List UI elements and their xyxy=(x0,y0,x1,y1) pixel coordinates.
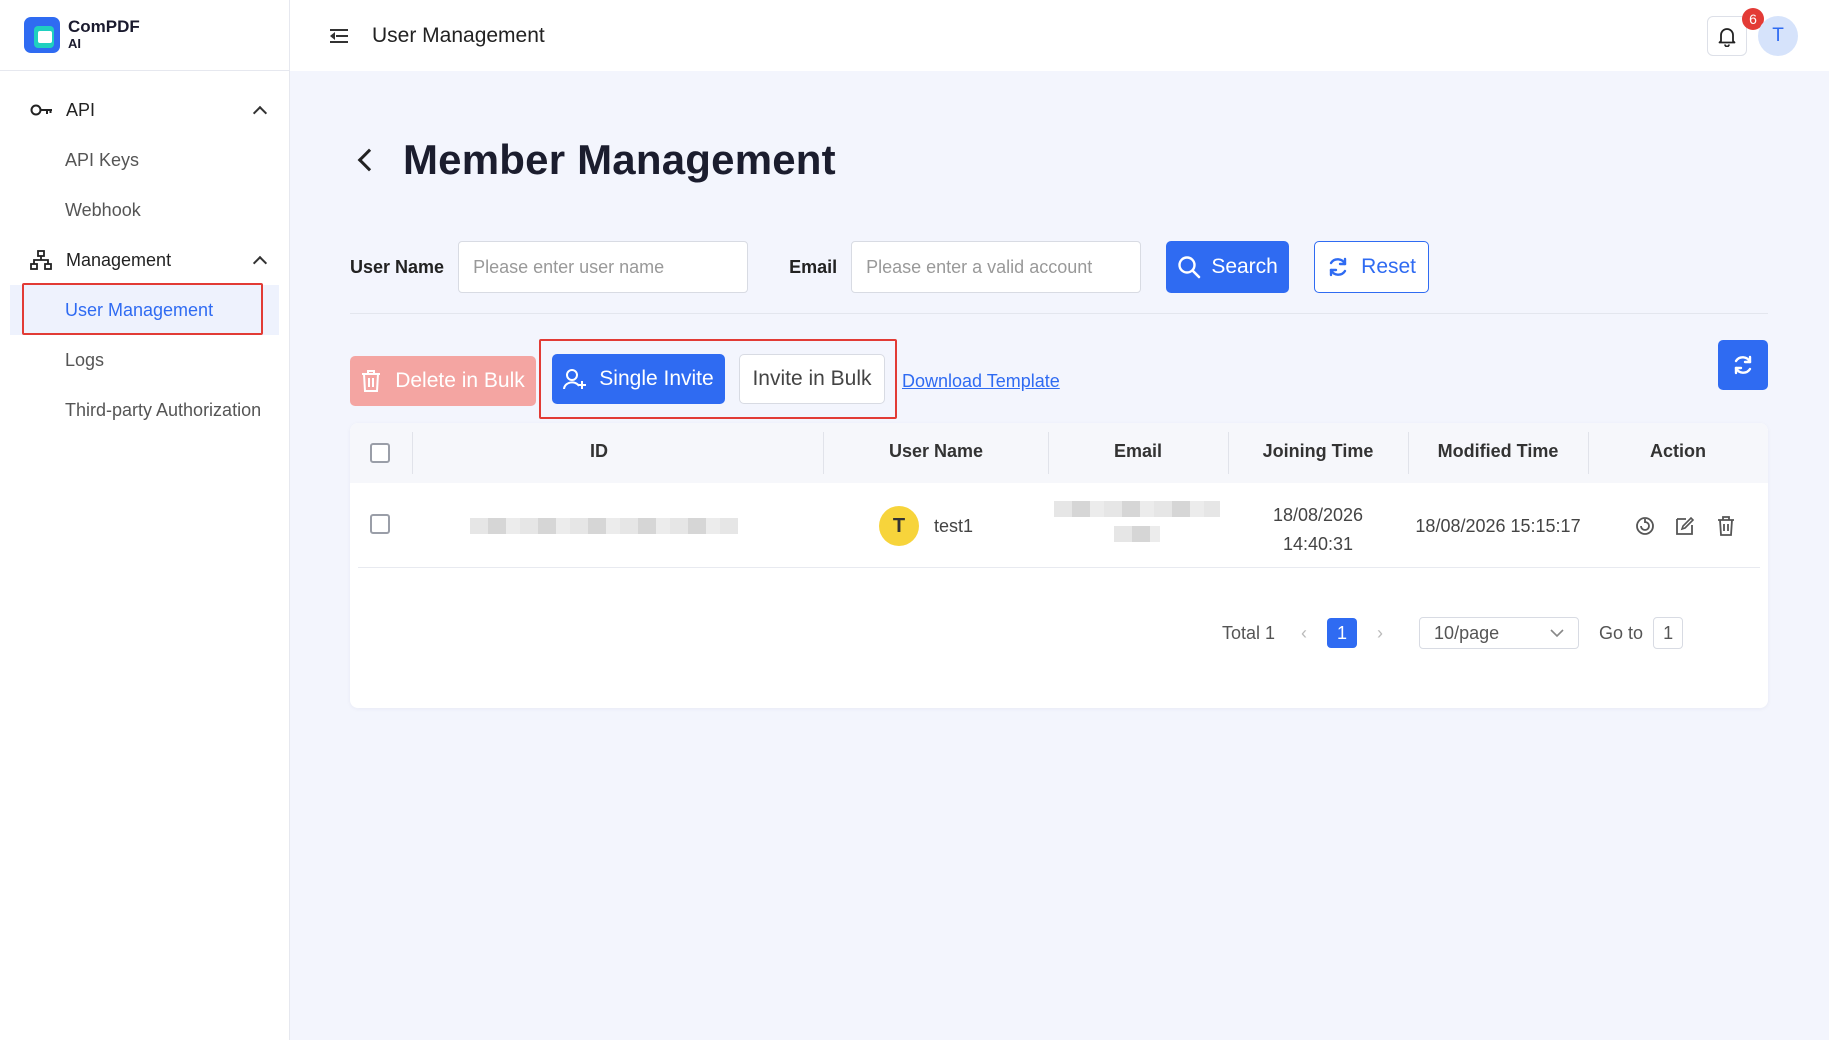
row-checkbox[interactable] xyxy=(370,514,390,534)
resend-icon[interactable] xyxy=(1634,515,1656,537)
filter-bar: User Name Please enter user name Email P… xyxy=(350,241,1430,293)
joining-time-cell: 18/08/2026 14:40:31 xyxy=(1228,501,1408,559)
brand-name: ComPDF xyxy=(68,17,140,36)
sidebar-group-label: API xyxy=(66,99,96,120)
edit-icon[interactable] xyxy=(1674,515,1696,537)
column-header-joining-time: Joining Time xyxy=(1262,441,1374,461)
menu-collapse-icon[interactable] xyxy=(330,28,348,43)
goto-input[interactable]: 1 xyxy=(1653,617,1684,649)
sidebar-group-label: Management xyxy=(66,249,172,270)
chevron-down-icon xyxy=(1550,629,1564,638)
pagination-total: Total 1 xyxy=(1222,622,1276,643)
topbar: User Management 6 T xyxy=(290,0,1829,71)
column-header-action: Action xyxy=(1650,441,1706,461)
notification-button[interactable] xyxy=(1707,16,1747,56)
column-header-email: Email xyxy=(1113,441,1163,461)
refresh-icon xyxy=(1734,355,1752,375)
sidebar-nav: API API Keys Webhook Management User Man… xyxy=(0,71,289,435)
redacted-id xyxy=(470,518,738,534)
topbar-title: User Management xyxy=(372,23,545,47)
page-size-select[interactable]: 10/page xyxy=(1419,617,1580,649)
page-number-1[interactable]: 1 xyxy=(1327,618,1358,648)
delete-icon[interactable] xyxy=(1715,515,1737,537)
logo[interactable]: ComPDF AI xyxy=(0,0,289,71)
sidebar-item-api-keys[interactable]: API Keys xyxy=(0,135,289,185)
redacted-email xyxy=(1114,526,1160,542)
invite-in-bulk-button[interactable]: Invite in Bulk xyxy=(739,354,885,404)
delete-in-bulk-label: Delete in Bulk xyxy=(395,369,525,392)
user-name-input[interactable]: Please enter user name xyxy=(458,241,749,293)
trash-icon xyxy=(362,370,381,392)
invite-highlight-box: Single Invite Invite in Bulk xyxy=(539,339,897,419)
key-icon xyxy=(30,100,56,120)
chevron-up-icon[interactable] xyxy=(252,255,268,271)
member-table: ID User Name Email Joining Time Modified… xyxy=(350,423,1768,708)
table-row: T test1 18/08/2026 14:40:31 18/08/2026 1… xyxy=(358,483,1760,568)
email-label: Email xyxy=(789,256,838,277)
redacted-email xyxy=(1054,501,1220,517)
search-icon xyxy=(1178,256,1201,279)
action-bar: Delete in Bulk Single Invite Invite in B… xyxy=(350,339,1060,421)
download-template-link[interactable]: Download Template xyxy=(902,371,1060,392)
search-button[interactable]: Search xyxy=(1166,241,1290,293)
reset-button-label: Reset xyxy=(1361,255,1417,278)
page-header: Member Management xyxy=(355,136,836,184)
user-avatar: T xyxy=(879,506,919,546)
prev-page-icon[interactable]: ‹ xyxy=(1301,623,1307,644)
compdf-logo-icon xyxy=(24,17,60,53)
bell-icon xyxy=(1718,28,1736,47)
chevron-up-icon[interactable] xyxy=(252,105,268,121)
table-header: ID User Name Email Joining Time Modified… xyxy=(350,423,1768,483)
next-page-icon[interactable]: › xyxy=(1377,623,1383,644)
select-all-checkbox[interactable] xyxy=(370,443,390,463)
single-invite-button[interactable]: Single Invite xyxy=(552,354,725,404)
search-button-label: Search xyxy=(1211,255,1278,278)
sidebar-item-logs[interactable]: Logs xyxy=(0,335,289,385)
sidebar: ComPDF AI API API Keys Webhook Managemen… xyxy=(0,0,290,1040)
reset-button[interactable]: Reset xyxy=(1314,241,1430,293)
divider xyxy=(350,313,1768,314)
user-avatar[interactable]: T xyxy=(1758,16,1798,56)
email-input[interactable]: Please enter a valid account xyxy=(851,241,1142,293)
joining-clock: 14:40:31 xyxy=(1282,534,1354,554)
column-header-modified-time: Modified Time xyxy=(1437,441,1559,461)
back-arrow-icon[interactable] xyxy=(357,148,381,172)
refresh-table-button[interactable] xyxy=(1718,340,1768,390)
org-chart-icon xyxy=(30,250,56,270)
user-name-cell: test1 xyxy=(934,516,974,536)
sidebar-item-third-party-authorization[interactable]: Third-party Authorization xyxy=(0,385,289,435)
column-header-id: ID xyxy=(590,441,608,461)
column-header-user-name: User Name xyxy=(888,441,984,461)
pagination: Total 1 ‹ 1 › 10/page Go to 1 xyxy=(1222,617,1684,649)
delete-in-bulk-button[interactable]: Delete in Bulk xyxy=(350,356,536,406)
goto-label: Go to xyxy=(1599,622,1644,643)
refresh-icon xyxy=(1329,257,1347,277)
user-name-label: User Name xyxy=(350,256,445,277)
sidebar-item-webhook[interactable]: Webhook xyxy=(0,185,289,235)
page-size-value: 10/page xyxy=(1434,622,1500,643)
page-title: Member Management xyxy=(403,136,836,183)
add-user-icon xyxy=(563,369,587,390)
single-invite-label: Single Invite xyxy=(599,367,714,390)
sidebar-group-api[interactable]: API xyxy=(0,85,289,135)
brand-sub: AI xyxy=(68,36,81,51)
sidebar-item-user-management[interactable]: User Management xyxy=(10,283,279,335)
modified-time-cell: 18/08/2026 15:15:17 xyxy=(1415,516,1581,536)
joining-date: 18/08/2026 xyxy=(1272,505,1364,525)
sidebar-group-management[interactable]: Management xyxy=(0,235,289,285)
